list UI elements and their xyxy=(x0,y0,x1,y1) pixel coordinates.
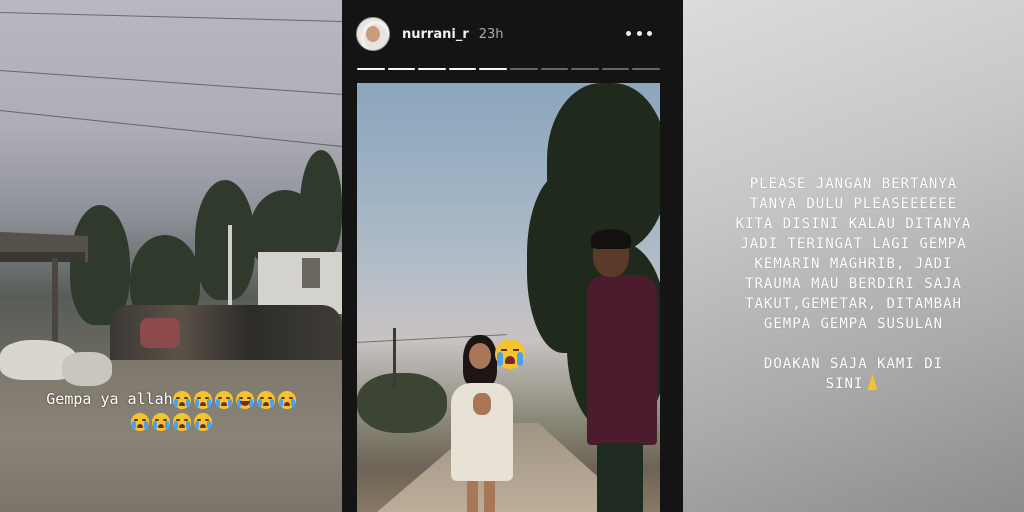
story-progress-bar xyxy=(357,68,660,71)
tree xyxy=(300,150,342,260)
username[interactable]: nurrani_r xyxy=(402,27,469,42)
story-header: nurrani_r 23h xyxy=(356,14,504,54)
power-line xyxy=(0,12,342,23)
progress-segment xyxy=(387,68,416,70)
roof-pole xyxy=(52,258,58,348)
goat xyxy=(62,352,112,386)
story-text-line: KITA DISINI KALAU DITANYA xyxy=(735,216,972,232)
loudly-crying-face-icon xyxy=(172,412,191,431)
story-text-line: TANYA DULU PLEASEEEEEE xyxy=(749,196,958,212)
power-line xyxy=(0,110,342,149)
avatar[interactable] xyxy=(356,17,390,51)
progress-segment xyxy=(448,68,477,70)
progress-segment xyxy=(509,68,538,70)
caption-emoji-row-2 xyxy=(130,412,212,431)
power-line xyxy=(0,70,342,97)
story-text-line: KEMARIN MAGHRIB, JADI xyxy=(754,256,953,272)
story-text-line: GEMPA GEMPA SUSULAN xyxy=(763,316,944,332)
story-photo[interactable] xyxy=(357,83,660,512)
progress-segment xyxy=(357,68,385,70)
loudly-crying-face-icon xyxy=(151,412,170,431)
middle-story-panel: nurrani_r 23h xyxy=(342,0,683,512)
story-text-line: SINI xyxy=(825,376,864,392)
utility-pole xyxy=(393,328,396,388)
story-text-line: DOAKAN SAJA KAMI DI xyxy=(763,356,944,372)
loudly-crying-face-icon xyxy=(214,390,233,409)
progress-segment xyxy=(418,68,446,70)
loudly-crying-face-icon xyxy=(256,390,275,409)
loudly-crying-face-icon xyxy=(130,412,149,431)
story-caption: Gempa ya allah xyxy=(0,388,342,432)
road xyxy=(0,360,342,512)
crowd-person xyxy=(140,318,180,348)
progress-segment xyxy=(632,68,660,70)
bush xyxy=(357,373,447,433)
right-story-panel: PLEASE JANGAN BERTANYA TANYA DULU PLEASE… xyxy=(683,0,1024,512)
caption-emoji-row-1 xyxy=(172,390,296,409)
progress-segment xyxy=(601,68,630,70)
progress-segment xyxy=(540,68,569,70)
roof-edge xyxy=(0,252,85,262)
story-text: PLEASE JANGAN BERTANYA TANYA DULU PLEASE… xyxy=(683,174,1024,394)
story-text-line: JADI TERINGAT LAGI GEMPA xyxy=(740,236,967,252)
house-window xyxy=(302,258,320,288)
story-text-line: PLEASE JANGAN BERTANYA xyxy=(749,176,958,192)
loudly-crying-face-icon xyxy=(277,390,296,409)
face-with-tears-of-joy-icon xyxy=(235,390,254,409)
loudly-crying-face-sticker-icon xyxy=(495,339,525,369)
progress-segment xyxy=(571,68,599,70)
loudly-crying-face-icon xyxy=(193,390,212,409)
story-text-line: TAKUT,GEMETAR, DITAMBAH xyxy=(745,296,962,312)
tree xyxy=(195,180,255,300)
folded-hands-icon xyxy=(863,374,881,390)
timestamp: 23h xyxy=(478,26,504,42)
left-story-panel: Gempa ya allah xyxy=(0,0,342,512)
progress-segment xyxy=(479,68,507,70)
loudly-crying-face-icon xyxy=(172,390,191,409)
boy-figure xyxy=(583,229,660,512)
story-text-line: TRAUMA MAU BERDIRI SAJA xyxy=(745,276,962,292)
loudly-crying-face-icon xyxy=(193,412,212,431)
more-options-icon[interactable] xyxy=(626,24,652,42)
caption-text: Gempa ya allah xyxy=(46,390,173,408)
